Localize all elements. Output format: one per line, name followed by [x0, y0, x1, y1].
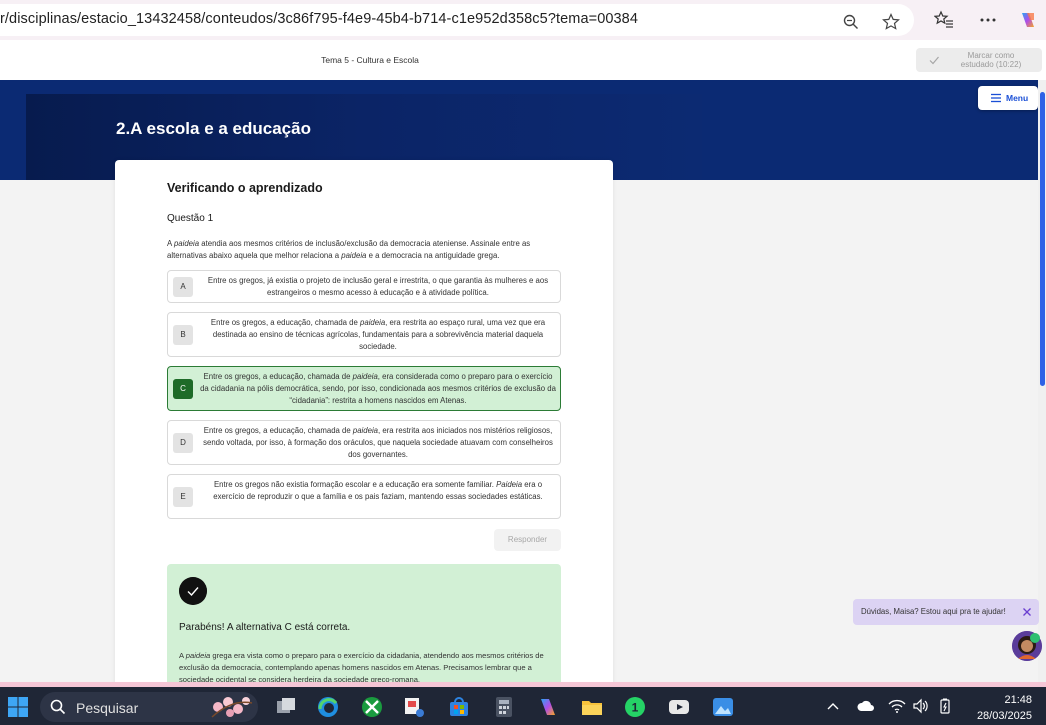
- online-status-badge: [1030, 633, 1040, 643]
- scrollbar-thumb[interactable]: [1040, 92, 1045, 386]
- option-text: Entre os gregos não existia formação esc…: [213, 480, 543, 501]
- store-icon[interactable]: [447, 695, 471, 719]
- windows-start-icon[interactable]: [6, 695, 30, 719]
- task-view-icon[interactable]: [274, 695, 298, 719]
- chat-bubble[interactable]: Dúvidas, Maisa? Estou aqui pra te ajudar…: [853, 599, 1039, 625]
- favorites-list-icon[interactable]: [934, 10, 954, 30]
- feedback-panel: Parabéns! A alternativa C está correta. …: [167, 564, 561, 694]
- check-icon: [929, 56, 939, 65]
- respond-button[interactable]: Responder: [494, 529, 561, 551]
- close-icon[interactable]: [1020, 605, 1034, 619]
- onedrive-cloud-icon[interactable]: [856, 699, 876, 713]
- favorite-star-icon[interactable]: [882, 13, 900, 31]
- option-letter: A: [173, 277, 193, 297]
- chevron-up-icon[interactable]: [826, 701, 840, 711]
- copilot-app-icon[interactable]: [536, 695, 560, 719]
- xbox-icon[interactable]: [360, 695, 384, 719]
- option-a[interactable]: A Entre os gregos, já existia o projeto …: [167, 270, 561, 303]
- edge-icon[interactable]: [316, 695, 340, 719]
- mark-studied-label: Marcar como estudado (10:22): [960, 51, 1022, 69]
- section-title: Verificando o aprendizado: [167, 181, 323, 195]
- mark-studied-button[interactable]: Marcar como estudado (10:22): [916, 48, 1042, 72]
- hamburger-icon: [991, 93, 1001, 103]
- option-letter: D: [173, 433, 193, 453]
- copilot-icon[interactable]: [1018, 10, 1038, 30]
- clock-time[interactable]: 21:48: [976, 694, 1032, 706]
- tema-title: Tema 5 - Cultura e Escola: [321, 55, 419, 65]
- option-text: Entre os gregos, já existia o projeto de…: [207, 276, 549, 297]
- question-number: Questão 1: [167, 213, 214, 224]
- youtube-icon[interactable]: [667, 695, 691, 719]
- taskbar: Pesquisar 1 21:48 28/03/2025: [0, 687, 1046, 725]
- question-text: A paideia atendia aos mesmos critérios d…: [167, 239, 531, 260]
- feedback-title: Parabéns! A alternativa C está correta.: [179, 622, 351, 633]
- flowers-icon: [211, 697, 253, 718]
- battery-icon[interactable]: [936, 698, 954, 714]
- option-d[interactable]: D Entre os gregos, a educação, chamada d…: [167, 420, 561, 465]
- chat-text: Dúvidas, Maisa? Estou aqui pra te ajudar…: [861, 607, 1006, 616]
- option-letter: C: [173, 379, 193, 399]
- browser-toolbar: r/disciplinas/estacio_13432458/conteudos…: [0, 0, 1046, 40]
- search-label: Pesquisar: [76, 700, 139, 716]
- wifi-icon[interactable]: [888, 698, 906, 714]
- option-b[interactable]: B Entre os gregos, a educação, chamada d…: [167, 312, 561, 357]
- volume-icon[interactable]: [912, 698, 930, 714]
- menu-label: Menu: [1006, 93, 1029, 103]
- zoom-icon[interactable]: [842, 13, 860, 31]
- option-letter: E: [173, 487, 193, 507]
- option-letter: B: [173, 325, 193, 345]
- url-text: r/disciplinas/estacio_13432458/conteudos…: [0, 11, 639, 27]
- more-icon[interactable]: [978, 10, 998, 30]
- page-title: 2.A escola e a educação: [116, 119, 311, 138]
- calculator-icon[interactable]: [492, 695, 516, 719]
- option-c[interactable]: C Entre os gregos, a educação, chamada d…: [167, 366, 561, 411]
- clock-date[interactable]: 28/03/2025: [960, 710, 1032, 722]
- check-icon: [179, 577, 207, 605]
- address-bar[interactable]: r/disciplinas/estacio_13432458/conteudos…: [0, 4, 914, 36]
- file-explorer-icon[interactable]: [580, 695, 604, 719]
- svg-text:1: 1: [632, 701, 639, 715]
- search-icon: [50, 699, 66, 715]
- site-header: Tema 5 - Cultura e Escola: [0, 40, 1046, 80]
- snipping-tool-icon[interactable]: [402, 695, 426, 719]
- option-text: Entre os gregos, a educação, chamada de …: [203, 426, 553, 459]
- taskbar-search[interactable]: Pesquisar: [40, 692, 258, 722]
- feedback-text: A paideia grega era vista como o preparo…: [179, 651, 544, 684]
- option-text: Entre os gregos, a educação, chamada de …: [210, 318, 546, 351]
- option-e[interactable]: E Entre os gregos não existia formação e…: [167, 474, 561, 519]
- whatsapp-icon[interactable]: 1: [623, 695, 647, 719]
- option-text: Entre os gregos, a educação, chamada de …: [200, 372, 556, 405]
- menu-button[interactable]: Menu: [978, 86, 1038, 110]
- photos-icon[interactable]: [711, 695, 735, 719]
